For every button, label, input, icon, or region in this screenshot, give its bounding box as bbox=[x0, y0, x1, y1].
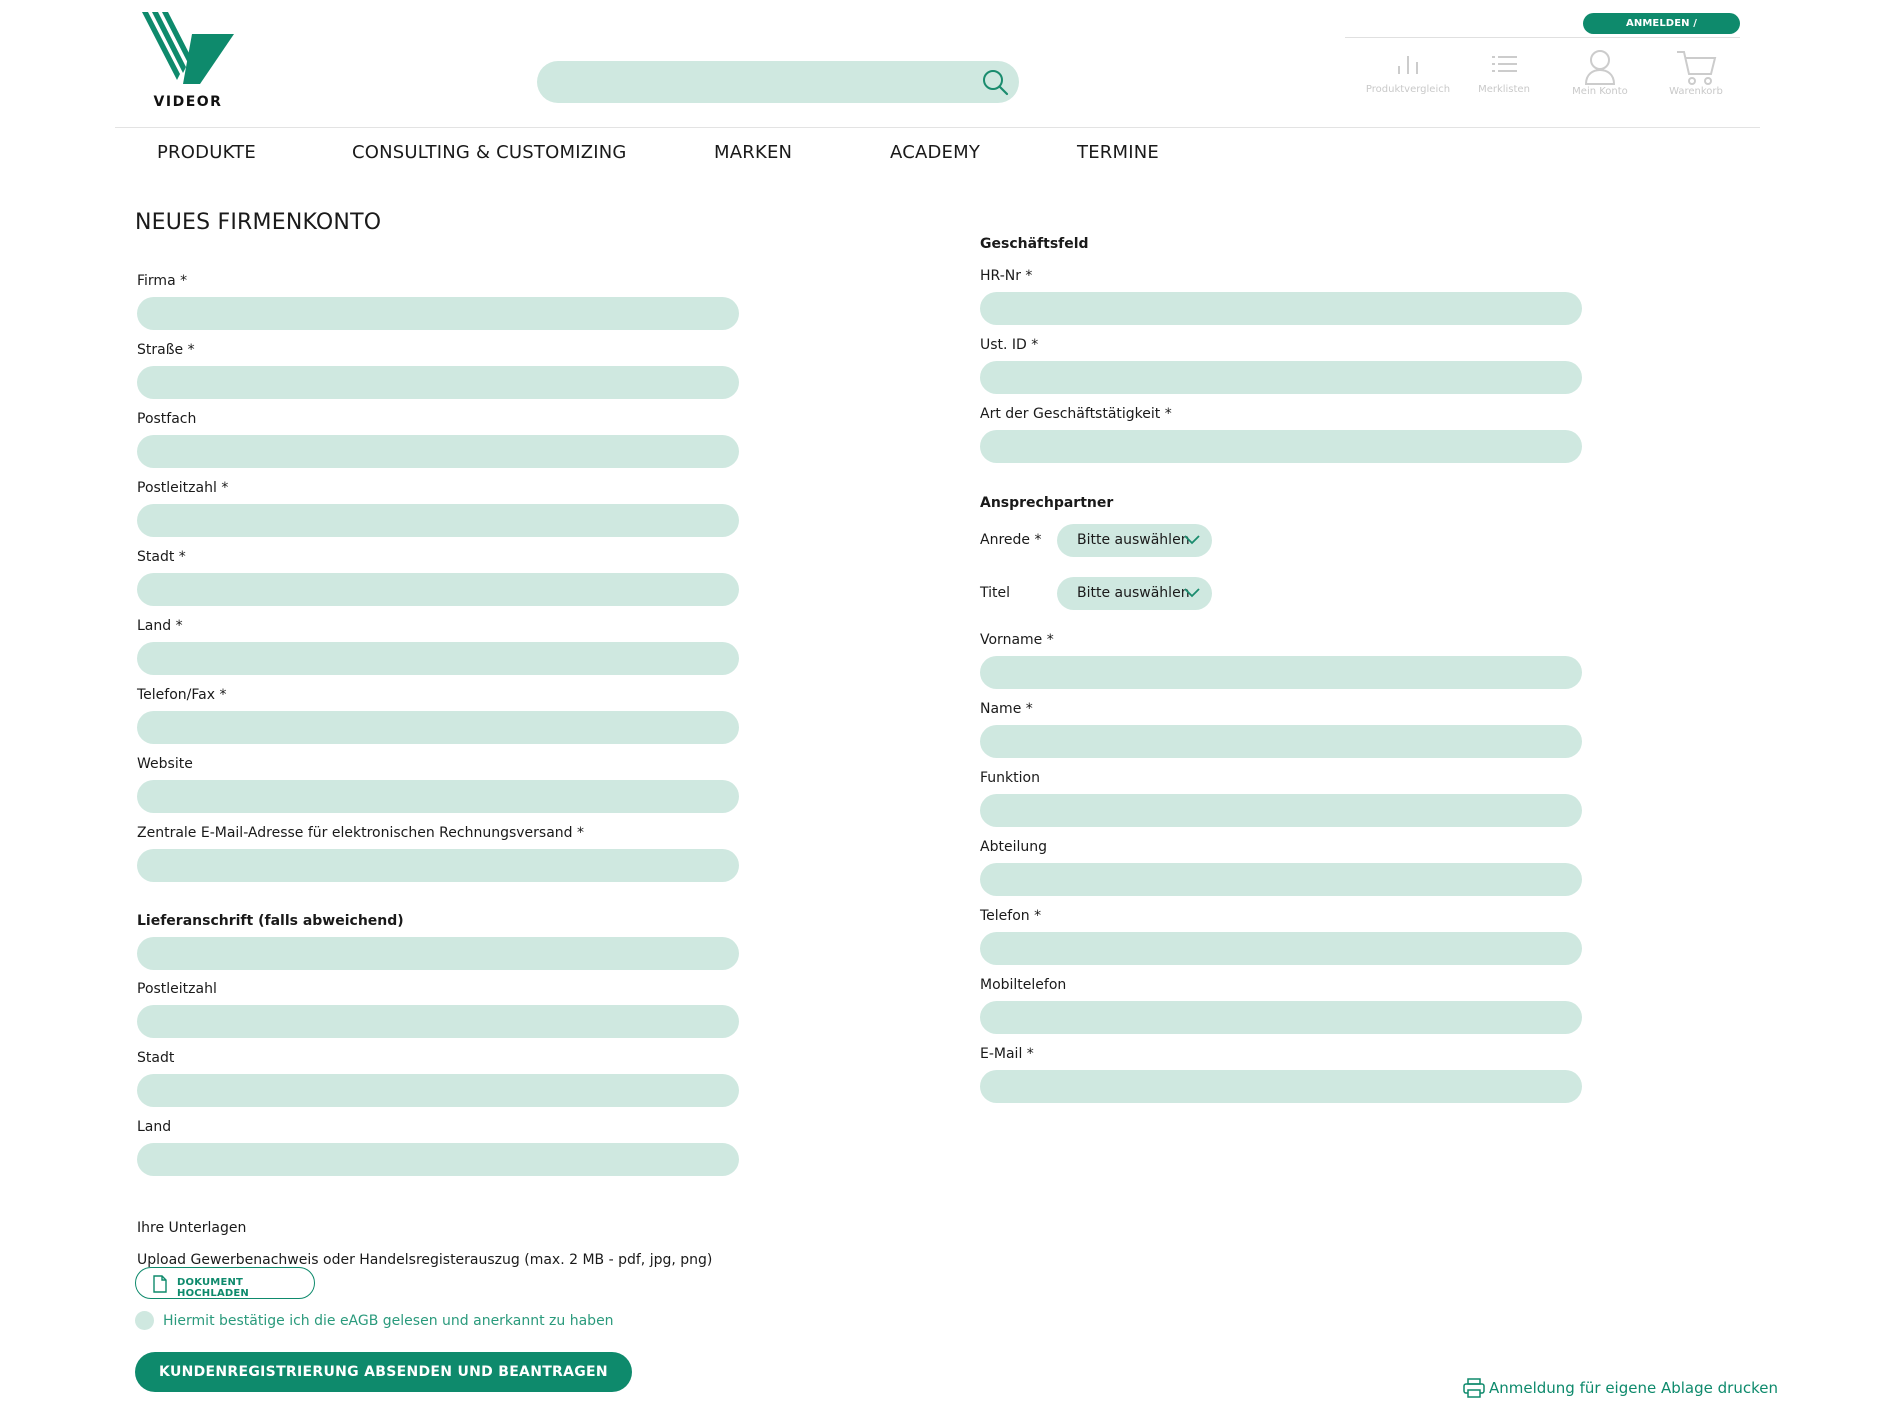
delivery-postleitzahl-label: Postleitzahl bbox=[137, 981, 217, 997]
strasse-label: Straße * bbox=[137, 342, 195, 358]
telefon-field[interactable] bbox=[980, 932, 1582, 965]
delivery-address-title: Lieferanschrift (falls abweichend) bbox=[137, 913, 404, 929]
upload-document-label: DOKUMENT HOCHLADEN bbox=[177, 1277, 249, 1299]
postleitzahl-label: Postleitzahl * bbox=[137, 480, 229, 496]
wishlist-label: Merklisten bbox=[1478, 84, 1530, 95]
contact-section-title: Ansprechpartner bbox=[980, 495, 1114, 511]
name-field[interactable] bbox=[980, 725, 1582, 758]
postleitzahl-field[interactable] bbox=[137, 504, 739, 537]
anrede-label: Anrede * bbox=[980, 532, 1042, 548]
vorname-label: Vorname * bbox=[980, 632, 1054, 648]
invoice-email-label: Zentrale E-Mail-Adresse für elektronisch… bbox=[137, 825, 584, 841]
compare-tool[interactable]: Produktvergleich bbox=[1360, 48, 1456, 95]
ust-id-field[interactable] bbox=[980, 361, 1582, 394]
header-tools: Produktvergleich Merklisten Mein Konto W… bbox=[1360, 48, 1740, 118]
hr-nr-field[interactable] bbox=[980, 292, 1582, 325]
nav-item-produkte[interactable]: PRODUKTE bbox=[157, 142, 256, 163]
agb-checkbox-label[interactable]: Hiermit bestätige ich die eAGB gelesen u… bbox=[163, 1313, 614, 1329]
email-label: E-Mail * bbox=[980, 1046, 1034, 1062]
print-registration-label: Anmeldung für eigene Ablage drucken bbox=[1489, 1379, 1778, 1397]
land-field[interactable] bbox=[137, 642, 739, 675]
videor-logo[interactable]: VIDEOR bbox=[142, 12, 234, 112]
delivery-land-label: Land bbox=[137, 1119, 172, 1135]
telefon-label: Telefon * bbox=[980, 908, 1042, 924]
nav-item-academy[interactable]: ACADEMY bbox=[890, 142, 980, 163]
business-type-field[interactable] bbox=[980, 430, 1582, 463]
header-divider bbox=[115, 127, 1760, 128]
cart-tool[interactable]: Warenkorb bbox=[1648, 48, 1744, 97]
page-title: NEUES FIRMENKONTO bbox=[135, 210, 382, 235]
document-icon bbox=[153, 1275, 167, 1293]
delivery-stadt-label: Stadt bbox=[137, 1050, 175, 1066]
delivery-postleitzahl-field[interactable] bbox=[137, 1005, 739, 1038]
videor-logo-mark bbox=[142, 12, 234, 84]
printer-icon bbox=[1463, 1378, 1485, 1398]
agb-checkbox[interactable] bbox=[135, 1311, 154, 1330]
chevron-down-icon bbox=[1184, 535, 1200, 545]
nav-item-marken[interactable]: MARKEN bbox=[714, 142, 792, 163]
delivery-stadt-field[interactable] bbox=[137, 1074, 739, 1107]
abteilung-label: Abteilung bbox=[980, 839, 1047, 855]
funktion-field[interactable] bbox=[980, 794, 1582, 827]
nav-item-termine[interactable]: TERMINE bbox=[1077, 142, 1159, 163]
postfach-field[interactable] bbox=[137, 435, 739, 468]
delivery-land-field[interactable] bbox=[137, 1143, 739, 1176]
anrede-select-value: Bitte auswählen bbox=[1077, 532, 1190, 548]
mobiltelefon-label: Mobiltelefon bbox=[980, 977, 1067, 993]
telefon-fax-field[interactable] bbox=[137, 711, 739, 744]
ust-id-label: Ust. ID * bbox=[980, 337, 1039, 353]
vorname-field[interactable] bbox=[980, 656, 1582, 689]
mobiltelefon-field[interactable] bbox=[980, 1001, 1582, 1034]
hr-nr-label: HR-Nr * bbox=[980, 268, 1033, 284]
stadt-label: Stadt * bbox=[137, 549, 186, 565]
search-bar[interactable] bbox=[537, 61, 1019, 103]
business-section-title: Geschäftsfeld bbox=[980, 236, 1089, 252]
website-field[interactable] bbox=[137, 780, 739, 813]
header-tools-divider bbox=[1345, 37, 1740, 38]
delivery-address-field[interactable] bbox=[137, 937, 739, 970]
user-icon bbox=[1584, 50, 1616, 85]
search-icon[interactable] bbox=[981, 68, 1009, 96]
documents-hint: Upload Gewerbenachweis oder Handelsregis… bbox=[137, 1252, 713, 1268]
documents-title: Ihre Unterlagen bbox=[137, 1220, 247, 1236]
name-label: Name * bbox=[980, 701, 1033, 717]
funktion-label: Funktion bbox=[980, 770, 1040, 786]
upload-document-button[interactable]: DOKUMENT HOCHLADEN bbox=[135, 1267, 315, 1299]
anrede-select[interactable]: Bitte auswählen bbox=[1057, 524, 1212, 557]
titel-label: Titel bbox=[980, 585, 1011, 601]
business-type-label: Art der Geschäftstätigkeit * bbox=[980, 406, 1172, 422]
email-field[interactable] bbox=[980, 1070, 1582, 1103]
account-tool[interactable]: Mein Konto bbox=[1552, 48, 1648, 97]
cart-icon bbox=[1677, 51, 1717, 85]
invoice-email-field[interactable] bbox=[137, 849, 739, 882]
logo-text: VIDEOR bbox=[153, 94, 223, 110]
firma-field[interactable] bbox=[137, 297, 739, 330]
compare-chart-icon bbox=[1398, 56, 1418, 74]
account-label: Mein Konto bbox=[1572, 86, 1628, 97]
land-label: Land * bbox=[137, 618, 183, 634]
cart-label: Warenkorb bbox=[1669, 86, 1723, 97]
strasse-field[interactable] bbox=[137, 366, 739, 399]
login-register-button[interactable]: ANMELDEN / REGISTRIEREN bbox=[1583, 13, 1740, 50]
wishlist-tool[interactable]: Merklisten bbox=[1456, 48, 1552, 95]
search-input[interactable] bbox=[537, 61, 967, 103]
submit-registration-button[interactable]: KUNDENREGISTRIERUNG ABSENDEN UND BEANTRA… bbox=[135, 1352, 632, 1392]
telefon-fax-label: Telefon/Fax * bbox=[137, 687, 227, 703]
stadt-field[interactable] bbox=[137, 573, 739, 606]
titel-select-value: Bitte auswählen bbox=[1077, 585, 1190, 601]
chevron-down-icon bbox=[1184, 588, 1200, 598]
titel-select[interactable]: Bitte auswählen bbox=[1057, 577, 1212, 610]
compare-label: Produktvergleich bbox=[1365, 84, 1451, 95]
nav-item-consulting[interactable]: CONSULTING & CUSTOMIZING bbox=[352, 142, 627, 163]
website-label: Website bbox=[137, 756, 193, 772]
abteilung-field[interactable] bbox=[980, 863, 1582, 896]
postfach-label: Postfach bbox=[137, 411, 197, 427]
firma-label: Firma * bbox=[137, 273, 188, 289]
list-icon bbox=[1492, 56, 1517, 72]
